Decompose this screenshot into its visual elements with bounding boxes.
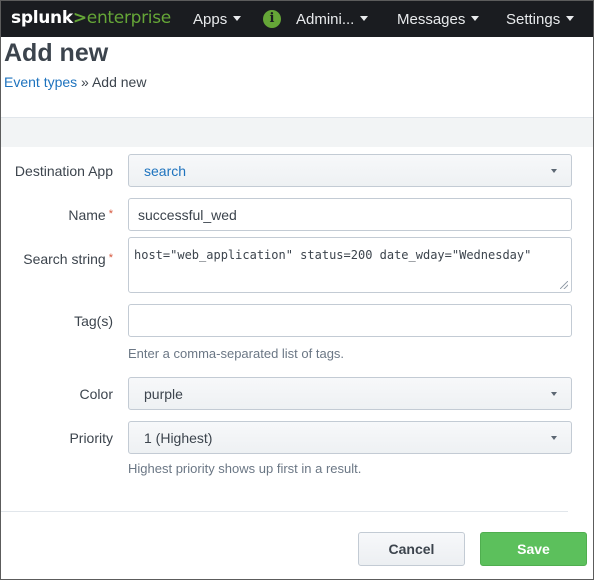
tags-input[interactable] [128, 304, 572, 337]
breadcrumb-separator: » [77, 74, 92, 90]
tags-label: Tag(s) [74, 313, 113, 329]
tags-help-text: Enter a comma-separated list of tags. [128, 346, 345, 361]
cancel-button[interactable]: Cancel [358, 532, 465, 566]
top-navigation-bar: splunk>enterprise Apps i Admini... Messa… [1, 1, 593, 37]
priority-label: Priority [69, 430, 113, 446]
search-string-textarea[interactable]: host="web_application" status=200 date_w… [128, 237, 572, 293]
color-value: purple [144, 386, 183, 402]
search-string-label-text: Search string [23, 251, 106, 267]
breadcrumb-event-types-link[interactable]: Event types [4, 74, 77, 90]
administrator-menu[interactable]: Admini... [296, 11, 369, 28]
logo-separator: > [72, 8, 87, 28]
logo-brand: splunk [11, 8, 73, 28]
breadcrumb-current: Add new [91, 74, 147, 90]
priority-help-text: Highest priority shows up first in a res… [128, 461, 362, 476]
caret-down-icon [551, 392, 557, 396]
name-input[interactable]: successful_wed [128, 198, 572, 231]
search-string-label: Search string * [23, 251, 113, 267]
messages-menu[interactable]: Messages [397, 11, 480, 28]
footer-divider [1, 511, 568, 512]
apps-menu-label: Apps [193, 11, 228, 28]
page-title: Add new [4, 39, 109, 67]
save-button[interactable]: Save [480, 532, 587, 566]
splunk-logo[interactable]: splunk>enterprise [11, 8, 171, 28]
resize-handle-icon[interactable] [560, 281, 568, 289]
breadcrumb: Event types » Add new [4, 74, 146, 90]
required-mark: * [108, 252, 113, 264]
name-label: Name * [68, 207, 113, 223]
color-label: Color [79, 386, 113, 402]
administrator-menu-label: Admini... [296, 11, 355, 28]
color-dropdown[interactable]: purple [128, 377, 572, 410]
name-input-value: successful_wed [138, 207, 237, 223]
chevron-down-icon [360, 16, 369, 21]
settings-menu-label: Settings [506, 11, 561, 28]
destination-app-label: Destination App [14, 163, 113, 179]
priority-value: 1 (Highest) [144, 430, 213, 446]
search-string-value: host="web_application" status=200 date_w… [134, 248, 532, 262]
destination-app-dropdown[interactable]: search [128, 154, 572, 187]
info-icon[interactable]: i [263, 10, 281, 28]
chevron-down-icon [471, 16, 480, 21]
chevron-down-icon [566, 16, 575, 21]
required-mark: * [108, 208, 113, 220]
logo-product: enterprise [86, 8, 171, 28]
apps-menu[interactable]: Apps [193, 11, 242, 28]
name-label-text: Name [68, 207, 106, 223]
caret-down-icon [551, 436, 557, 440]
messages-menu-label: Messages [397, 11, 466, 28]
chevron-down-icon [233, 16, 242, 21]
destination-app-value: search [144, 163, 187, 179]
caret-down-icon [551, 169, 557, 173]
header-band [1, 117, 593, 147]
priority-dropdown[interactable]: 1 (Highest) [128, 421, 572, 454]
settings-menu[interactable]: Settings [506, 11, 575, 28]
